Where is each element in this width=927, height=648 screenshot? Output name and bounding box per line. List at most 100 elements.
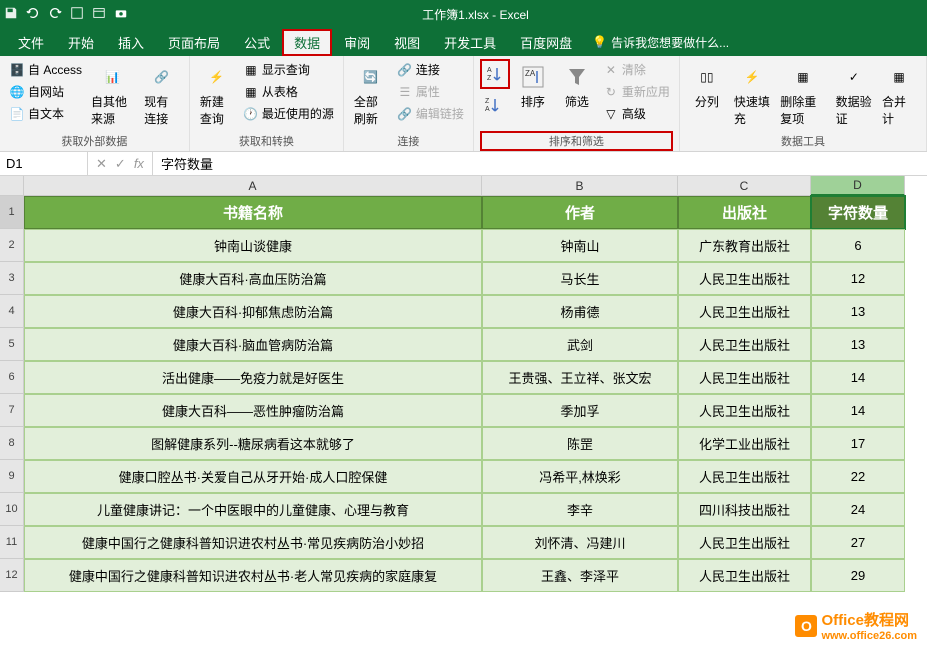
name-box[interactable]: D1 (0, 152, 88, 175)
cell[interactable]: 健康中国行之健康科普知识进农村丛书·老人常见疾病的家庭康复 (24, 559, 482, 592)
select-all-corner[interactable] (0, 176, 24, 196)
cell[interactable]: 李辛 (482, 493, 678, 526)
menu-insert[interactable]: 插入 (106, 29, 156, 56)
cell[interactable]: 13 (811, 328, 905, 361)
cell[interactable]: 王贵强、王立祥、张文宏 (482, 361, 678, 394)
reapply-button[interactable]: ↻重新应用 (600, 81, 673, 102)
row-header[interactable]: 3 (0, 262, 24, 295)
accept-formula-icon[interactable]: ✓ (115, 156, 126, 172)
cell[interactable]: 四川科技出版社 (678, 493, 811, 526)
cell[interactable]: 钟南山 (482, 229, 678, 262)
cell[interactable]: 儿童健康讲记：一个中医眼中的儿童健康、心理与教育 (24, 493, 482, 526)
redo-icon[interactable] (48, 6, 62, 23)
sort-button[interactable]: ZA 排序 (512, 59, 554, 112)
row-header[interactable]: 12 (0, 559, 24, 592)
menu-layout[interactable]: 页面布局 (156, 29, 232, 56)
cell[interactable]: 人民卫生出版社 (678, 526, 811, 559)
cell[interactable]: 健康大百科·高血压防治篇 (24, 262, 482, 295)
cell[interactable]: 陈罡 (482, 427, 678, 460)
col-header-b[interactable]: B (482, 176, 678, 196)
cell[interactable]: 14 (811, 394, 905, 427)
row-header[interactable]: 2 (0, 229, 24, 262)
menu-home[interactable]: 开始 (56, 29, 106, 56)
filter-button[interactable]: 筛选 (556, 59, 598, 112)
cell[interactable]: 健康大百科·脑血管病防治篇 (24, 328, 482, 361)
cell-active[interactable]: 字符数量 (811, 196, 905, 229)
cell[interactable]: 人民卫生出版社 (678, 328, 811, 361)
camera-icon[interactable] (114, 6, 128, 23)
cell[interactable]: 6 (811, 229, 905, 262)
refresh-all-button[interactable]: 🔄 全部刷新 (350, 59, 392, 129)
row-header[interactable]: 9 (0, 460, 24, 493)
cell[interactable]: 22 (811, 460, 905, 493)
properties-button[interactable]: ☰属性 (394, 81, 467, 102)
qat-icon-2[interactable] (92, 6, 106, 23)
text-to-columns-button[interactable]: ▯▯ 分列 (686, 59, 728, 112)
row-header[interactable]: 11 (0, 526, 24, 559)
row-header[interactable]: 7 (0, 394, 24, 427)
save-icon[interactable] (4, 6, 18, 23)
cell[interactable]: 活出健康——免疫力就是好医生 (24, 361, 482, 394)
connections-button[interactable]: 🔗连接 (394, 59, 467, 80)
row-header[interactable]: 1 (0, 196, 24, 229)
cell[interactable]: 王鑫、李泽平 (482, 559, 678, 592)
cell[interactable]: 季加孚 (482, 394, 678, 427)
flash-fill-button[interactable]: ⚡ 快速填充 (730, 59, 774, 129)
advanced-filter-button[interactable]: ▽高级 (600, 103, 673, 124)
col-header-a[interactable]: A (24, 176, 482, 196)
cell[interactable]: 人民卫生出版社 (678, 559, 811, 592)
cell[interactable]: 马长生 (482, 262, 678, 295)
cell[interactable]: 13 (811, 295, 905, 328)
sort-ascending-button[interactable]: AZ (480, 59, 510, 89)
from-web-button[interactable]: 🌐自网站 (6, 81, 85, 102)
cell[interactable]: 钟南山谈健康 (24, 229, 482, 262)
cell[interactable]: 17 (811, 427, 905, 460)
col-header-c[interactable]: C (678, 176, 811, 196)
menu-review[interactable]: 审阅 (332, 29, 382, 56)
cell[interactable]: 29 (811, 559, 905, 592)
cancel-formula-icon[interactable]: ✕ (96, 156, 107, 172)
cell[interactable]: 杨甫德 (482, 295, 678, 328)
cell[interactable]: 健康中国行之健康科普知识进农村丛书·常见疾病防治小妙招 (24, 526, 482, 559)
cell[interactable]: 出版社 (678, 196, 811, 229)
menu-view[interactable]: 视图 (382, 29, 432, 56)
cell[interactable]: 人民卫生出版社 (678, 262, 811, 295)
cell[interactable]: 27 (811, 526, 905, 559)
from-access-button[interactable]: 🗄️自 Access (6, 59, 85, 80)
menu-baidu[interactable]: 百度网盘 (508, 29, 584, 56)
cell[interactable]: 武剑 (482, 328, 678, 361)
fx-icon[interactable]: fx (134, 156, 144, 171)
formula-input[interactable]: 字符数量 (153, 154, 927, 173)
menu-file[interactable]: 文件 (6, 29, 56, 56)
from-text-button[interactable]: 📄自文本 (6, 103, 85, 124)
from-table-button[interactable]: ▦从表格 (240, 81, 337, 102)
cell[interactable]: 健康口腔丛书·关爱自己从牙开始·成人口腔保健 (24, 460, 482, 493)
col-header-d[interactable]: D (811, 176, 905, 196)
cell[interactable]: 人民卫生出版社 (678, 361, 811, 394)
tell-me[interactable]: 💡 告诉我您想要做什么... (592, 34, 729, 51)
row-header[interactable]: 5 (0, 328, 24, 361)
edit-links-button[interactable]: 🔗编辑链接 (394, 103, 467, 124)
row-header[interactable]: 6 (0, 361, 24, 394)
row-header[interactable]: 8 (0, 427, 24, 460)
data-validation-button[interactable]: ✓ 数据验证 (832, 59, 876, 129)
undo-icon[interactable] (26, 6, 40, 23)
cell[interactable]: 12 (811, 262, 905, 295)
new-query-button[interactable]: ⚡ 新建查询 (196, 59, 238, 129)
cell[interactable]: 化学工业出版社 (678, 427, 811, 460)
menu-dev[interactable]: 开发工具 (432, 29, 508, 56)
cell[interactable]: 人民卫生出版社 (678, 460, 811, 493)
remove-duplicates-button[interactable]: ▦ 删除重复项 (776, 59, 829, 129)
cell[interactable]: 作者 (482, 196, 678, 229)
show-query-button[interactable]: ▦显示查询 (240, 59, 337, 80)
cell[interactable]: 24 (811, 493, 905, 526)
cell[interactable]: 冯希平,林焕彩 (482, 460, 678, 493)
cell[interactable]: 健康大百科——恶性肿瘤防治篇 (24, 394, 482, 427)
consolidate-button[interactable]: ▦ 合并计 (878, 59, 920, 129)
clear-filter-button[interactable]: ✕清除 (600, 59, 673, 80)
cell[interactable]: 人民卫生出版社 (678, 295, 811, 328)
recent-sources-button[interactable]: 🕐最近使用的源 (240, 103, 337, 124)
sort-descending-button[interactable]: ZA (480, 93, 510, 117)
from-other-button[interactable]: 📊 自其他来源 (87, 59, 138, 129)
row-header[interactable]: 10 (0, 493, 24, 526)
